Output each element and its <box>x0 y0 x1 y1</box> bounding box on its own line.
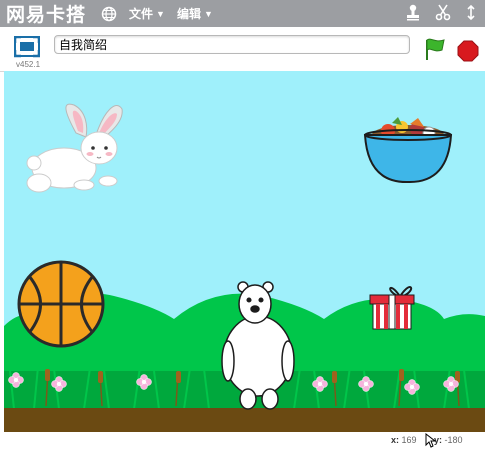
menubar-tools <box>405 4 477 26</box>
stamp-icon[interactable] <box>405 4 421 26</box>
menu-edit[interactable]: 编辑 ▼ <box>177 5 213 22</box>
presentation-icon[interactable] <box>13 35 41 58</box>
x-coordinate: x: 169 <box>391 435 417 445</box>
menu-file-label: 文件 <box>129 7 154 21</box>
stage-canvas[interactable] <box>4 71 485 432</box>
y-value: -180 <box>444 435 463 445</box>
app-logo[interactable]: 网易卡搭 <box>6 0 86 27</box>
menu-file[interactable]: 文件 ▼ <box>129 5 165 22</box>
menu-edit-label: 编辑 <box>176 7 201 21</box>
scissors-icon[interactable] <box>435 4 451 26</box>
stop-icon[interactable] <box>457 40 479 62</box>
x-value: 169 <box>401 435 417 445</box>
fullscreen-arrows-icon[interactable] <box>465 4 477 26</box>
green-flag-icon[interactable] <box>424 37 446 61</box>
polar-bear-sprite[interactable] <box>4 71 485 432</box>
version-label: v452.1 <box>16 60 41 69</box>
y-coordinate: y: -180 <box>434 435 463 445</box>
menu-bar: 网易卡搭 文件 ▼ 编辑 ▼ <box>0 0 485 27</box>
mouse-cursor-icon <box>425 432 437 450</box>
status-bar: x: 169 y: -180 <box>0 432 485 448</box>
x-label: x: <box>391 435 400 445</box>
chevron-down-icon: ▼ <box>156 8 165 19</box>
project-title-input[interactable]: 自我简绍 <box>54 35 410 54</box>
globe-icon[interactable] <box>100 5 117 22</box>
chevron-down-icon: ▼ <box>203 8 213 19</box>
